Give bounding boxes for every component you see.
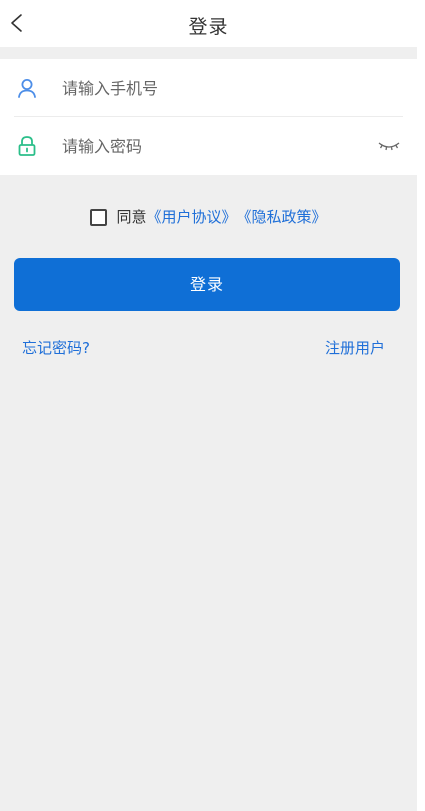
privacy-policy-link[interactable]: 《隐私政策》: [237, 205, 327, 229]
user-icon: [18, 79, 36, 98]
login-screen: 登录 请输入手机号 同意 《用户协议》 《隐私政策》 登录 忘记密码? 注册用户: [0, 0, 417, 811]
user-agreement-link[interactable]: 《用户协议》: [146, 205, 236, 229]
register-link[interactable]: 注册用户: [325, 337, 385, 358]
password-input[interactable]: [62, 134, 362, 158]
forgot-password-link[interactable]: 忘记密码?: [22, 337, 90, 358]
agreement-row: 同意 《用户协议》 《隐私政策》: [0, 205, 417, 229]
login-form: [0, 59, 417, 175]
agreement-checkbox[interactable]: [90, 208, 108, 226]
phone-row: [0, 59, 417, 117]
phone-input[interactable]: [62, 76, 362, 100]
side-strip: [417, 0, 425, 811]
login-button[interactable]: 登录: [14, 258, 400, 311]
eye-closed-icon[interactable]: [377, 137, 401, 155]
password-row: [0, 117, 417, 175]
agreement-prefix: 同意: [116, 208, 147, 226]
lock-icon: [18, 136, 36, 156]
page-title: 登录: [188, 16, 229, 38]
header-bar: 登录: [0, 0, 417, 47]
